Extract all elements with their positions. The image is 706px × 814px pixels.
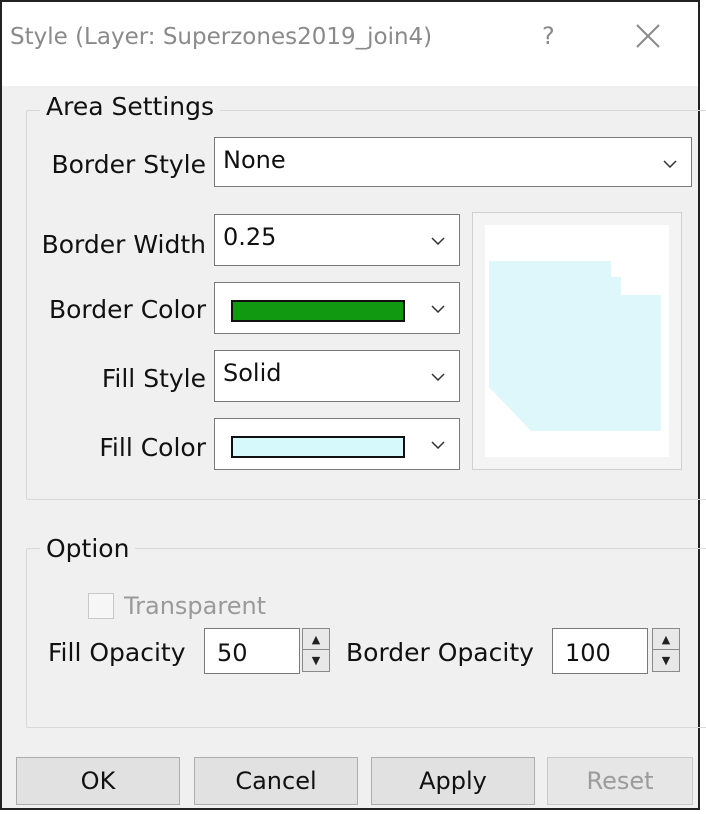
- border-opacity-spinner[interactable]: ▲ ▼: [652, 628, 680, 672]
- help-button[interactable]: ?: [542, 22, 555, 50]
- fill-style-select[interactable]: Solid: [214, 350, 460, 402]
- chevron-down-icon: [431, 441, 445, 449]
- spin-up-icon[interactable]: ▲: [303, 629, 329, 650]
- chevron-down-icon: [431, 305, 445, 313]
- spin-down-icon[interactable]: ▼: [303, 650, 329, 671]
- fill-opacity-label: Fill Opacity: [48, 638, 186, 667]
- fill-color-select[interactable]: [214, 418, 460, 470]
- spin-up-icon[interactable]: ▲: [653, 629, 679, 650]
- window-title: Style (Layer: Superzones2019_join4): [10, 24, 433, 50]
- border-color-select[interactable]: [214, 282, 460, 334]
- border-style-label: Border Style: [51, 150, 206, 179]
- reset-button: Reset: [547, 757, 693, 805]
- border-opacity-value: 100: [565, 639, 611, 667]
- preview-shape: [489, 261, 661, 431]
- fill-opacity-value: 50: [217, 639, 248, 667]
- close-icon[interactable]: [634, 22, 662, 50]
- chevron-down-icon: [431, 237, 445, 245]
- border-opacity-label: Border Opacity: [346, 638, 534, 667]
- ok-button[interactable]: OK: [16, 757, 180, 805]
- fill-style-value: Solid: [223, 359, 282, 387]
- apply-button[interactable]: Apply: [371, 757, 535, 805]
- border-opacity-input[interactable]: 100: [552, 628, 648, 674]
- title-bar: Style (Layer: Superzones2019_join4) ?: [2, 2, 698, 86]
- border-style-value: None: [223, 146, 286, 174]
- area-settings-legend: Area Settings: [40, 92, 221, 121]
- transparent-label: Transparent: [124, 592, 267, 620]
- style-dialog: Style (Layer: Superzones2019_join4) ? Ar…: [0, 0, 706, 810]
- cancel-button[interactable]: Cancel: [194, 757, 358, 805]
- border-color-swatch: [231, 300, 405, 322]
- border-color-label: Border Color: [48, 295, 206, 324]
- preview-canvas: [485, 225, 669, 457]
- spin-down-icon[interactable]: ▼: [653, 650, 679, 671]
- option-legend: Option: [40, 534, 136, 563]
- fill-color-swatch: [231, 436, 405, 458]
- fill-opacity-input[interactable]: 50: [204, 628, 300, 674]
- border-width-select[interactable]: 0.25: [214, 214, 460, 266]
- chevron-down-icon: [431, 373, 445, 381]
- border-width-label: Border Width: [41, 230, 206, 259]
- border-style-select[interactable]: None: [214, 137, 692, 187]
- border-width-value: 0.25: [223, 223, 277, 251]
- style-preview: [472, 212, 682, 470]
- fill-opacity-spinner[interactable]: ▲ ▼: [302, 628, 330, 672]
- fill-color-label: Fill Color: [99, 433, 206, 462]
- transparent-checkbox[interactable]: [88, 593, 114, 619]
- chevron-down-icon: [663, 160, 677, 168]
- fill-style-label: Fill Style: [101, 364, 206, 393]
